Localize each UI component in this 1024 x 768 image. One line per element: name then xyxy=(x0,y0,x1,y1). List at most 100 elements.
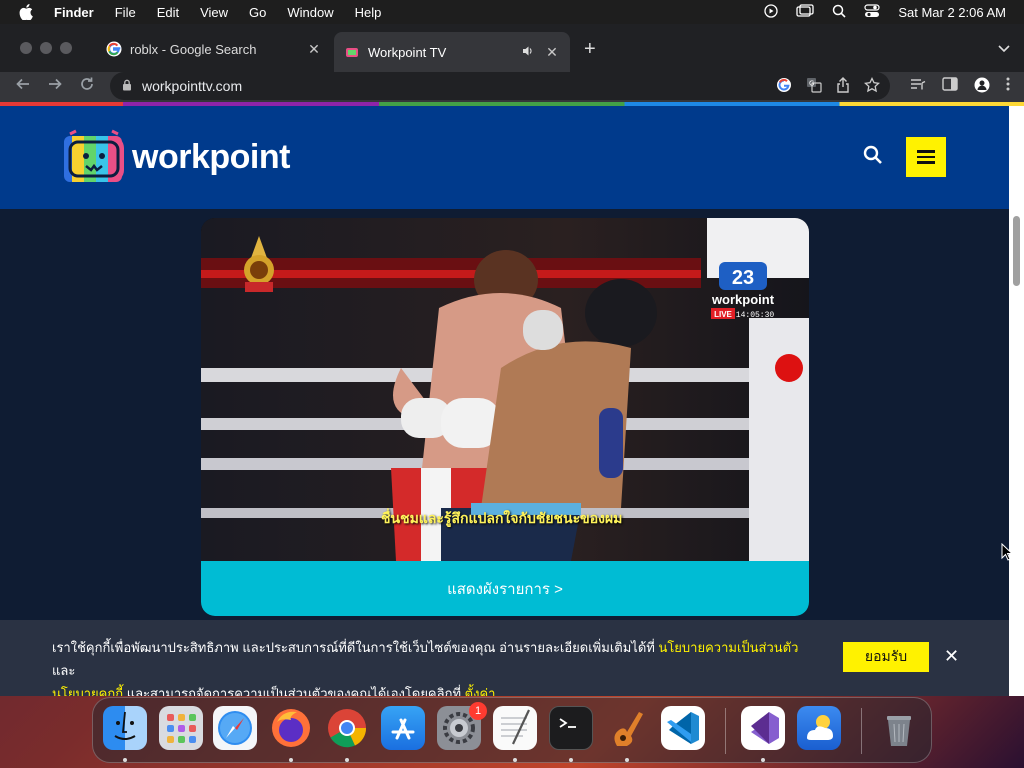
show-schedule-button[interactable]: แสดงผังรายการ > xyxy=(201,561,809,616)
tab-title: roblx - Google Search xyxy=(130,41,257,57)
control-center-icon[interactable] xyxy=(864,3,880,21)
side-panel-icon[interactable] xyxy=(942,77,958,96)
running-indicator xyxy=(761,758,765,762)
google-lens-icon[interactable] xyxy=(776,77,792,96)
running-indicator xyxy=(289,758,293,762)
close-banner-icon[interactable]: ✕ xyxy=(944,646,959,667)
menu-edit[interactable]: Edit xyxy=(157,5,179,20)
close-tab-icon[interactable]: ✕ xyxy=(306,41,322,58)
trash-icon[interactable] xyxy=(877,706,921,750)
menu-help[interactable]: Help xyxy=(355,5,382,20)
hamburger-line xyxy=(917,150,935,153)
page-scrollbar[interactable] xyxy=(1009,106,1024,696)
close-window-button[interactable] xyxy=(20,42,32,54)
firefox-icon[interactable] xyxy=(269,706,313,750)
zoom-window-button[interactable] xyxy=(60,42,72,54)
minimize-window-button[interactable] xyxy=(40,42,52,54)
address-bar[interactable]: workpointtv.com G xyxy=(110,72,890,100)
spotlight-search-icon[interactable] xyxy=(832,4,846,21)
translate-icon[interactable]: G xyxy=(806,77,822,96)
browser-toolbar: workpointtv.com G xyxy=(0,72,1024,102)
cookie-text-part: เราใช้คุกกี้เพื่อพัฒนาประสิทธิภาพ และประ… xyxy=(52,640,659,655)
notification-badge: 1 xyxy=(469,702,487,720)
new-tab-button[interactable]: + xyxy=(584,38,596,61)
screen-mirroring-icon[interactable] xyxy=(796,3,814,21)
dock: 1 xyxy=(92,697,932,763)
menu-bar: Finder File Edit View Go Window Help Sat… xyxy=(0,0,1024,24)
running-indicator xyxy=(123,758,127,762)
accept-cookies-button[interactable]: ยอมรับ xyxy=(843,642,929,672)
profile-avatar-icon[interactable] xyxy=(974,77,990,96)
tab-search-chevron-icon[interactable] xyxy=(998,40,1010,56)
browser-window: roblx - Google Search ✕ Workpoint TV ✕ + xyxy=(0,24,1024,696)
chrome-icon[interactable] xyxy=(325,706,369,750)
site-logo[interactable]: workpoint xyxy=(62,128,290,186)
hamburger-menu-button[interactable] xyxy=(906,137,946,177)
running-indicator xyxy=(513,758,517,762)
video-card: 23 workpoint LIVE 14:05:30 ชื่นชมและรู้ส… xyxy=(201,218,809,616)
hamburger-line xyxy=(917,161,935,164)
channel-23-logo: 23 workpoint LIVE 14:05:30 xyxy=(709,260,777,322)
menu-file[interactable]: File xyxy=(115,5,136,20)
live-label: LIVE xyxy=(714,310,732,319)
live-time: 14:05:30 xyxy=(736,311,775,320)
finder-icon[interactable] xyxy=(103,706,147,750)
hamburger-line xyxy=(917,155,935,159)
share-icon[interactable] xyxy=(836,77,850,96)
safari-icon[interactable] xyxy=(213,706,257,750)
menu-app-name[interactable]: Finder xyxy=(54,5,94,20)
svg-text:G: G xyxy=(809,80,814,88)
google-icon xyxy=(106,41,122,57)
scrollbar-thumb[interactable] xyxy=(1013,216,1020,286)
running-indicator xyxy=(569,758,573,762)
tab-strip: roblx - Google Search ✕ Workpoint TV ✕ + xyxy=(0,24,1024,72)
cookie-settings-link[interactable]: ตั้งค่า xyxy=(465,686,496,696)
site-search-icon[interactable] xyxy=(860,142,886,168)
more-options-icon[interactable] xyxy=(1006,77,1010,96)
video-subtitle: ชื่นชมและรู้สึกแปลกใจกับชัยชนะของผม xyxy=(381,510,623,526)
forward-arrow-icon[interactable] xyxy=(44,76,66,97)
tab-google-search[interactable]: roblx - Google Search ✕ xyxy=(96,32,332,66)
terminal-icon[interactable] xyxy=(549,706,593,750)
weather-icon[interactable] xyxy=(797,706,841,750)
menu-view[interactable]: View xyxy=(200,5,228,20)
bookmark-star-icon[interactable] xyxy=(863,76,881,96)
dock-separator xyxy=(725,708,726,754)
tab-title: Workpoint TV xyxy=(368,44,447,60)
menu-go[interactable]: Go xyxy=(249,5,266,20)
app-store-icon[interactable] xyxy=(381,706,425,750)
launchpad-icon[interactable] xyxy=(159,706,203,750)
privacy-policy-link[interactable]: นโยบายความเป็นส่วนตัว xyxy=(658,640,798,655)
window-controls xyxy=(20,42,72,54)
close-tab-icon[interactable]: ✕ xyxy=(544,44,560,61)
channel-number: 23 xyxy=(732,267,754,289)
textedit-icon[interactable] xyxy=(493,706,537,750)
vscode-icon[interactable] xyxy=(661,706,705,750)
live-video-player[interactable]: 23 workpoint LIVE 14:05:30 ชื่นชมและรู้ส… xyxy=(201,218,809,561)
garageband-icon[interactable] xyxy=(605,706,649,750)
cookie-consent-text: เราใช้คุกกี้เพื่อพัฒนาประสิทธิภาพ และประ… xyxy=(52,636,822,696)
now-playing-icon[interactable] xyxy=(764,3,778,21)
logo-text: workpoint xyxy=(132,137,290,176)
cookie-policy-link[interactable]: นโยบายคุกกี้ xyxy=(52,686,123,696)
web-page: workpoint 23 workpoint LIVE 14:05:30 ชื่… xyxy=(0,106,1009,696)
running-indicator xyxy=(345,758,349,762)
media-controls-icon[interactable] xyxy=(910,77,926,96)
cookie-text-part: และสามารถจัดการความเป็นส่วนตัวของคุณได้เ… xyxy=(123,686,465,696)
back-arrow-icon[interactable] xyxy=(12,76,34,97)
reload-icon[interactable] xyxy=(76,76,98,97)
audio-playing-icon[interactable] xyxy=(522,45,534,60)
cookie-text-part: และ xyxy=(52,663,76,678)
menu-window[interactable]: Window xyxy=(287,5,333,20)
dock-separator xyxy=(861,708,862,754)
channel-name: workpoint xyxy=(711,292,775,307)
running-indicator xyxy=(625,758,629,762)
workpoint-tv-logo-icon xyxy=(62,128,126,186)
apple-menu-icon[interactable] xyxy=(18,4,34,20)
tab-workpoint[interactable]: Workpoint TV ✕ xyxy=(334,32,570,72)
workpoint-favicon xyxy=(344,44,360,60)
lock-icon[interactable] xyxy=(122,79,132,94)
url-text: workpointtv.com xyxy=(142,78,243,94)
visual-studio-icon[interactable] xyxy=(741,706,785,750)
menu-clock[interactable]: Sat Mar 2 2:06 AM xyxy=(898,5,1006,20)
